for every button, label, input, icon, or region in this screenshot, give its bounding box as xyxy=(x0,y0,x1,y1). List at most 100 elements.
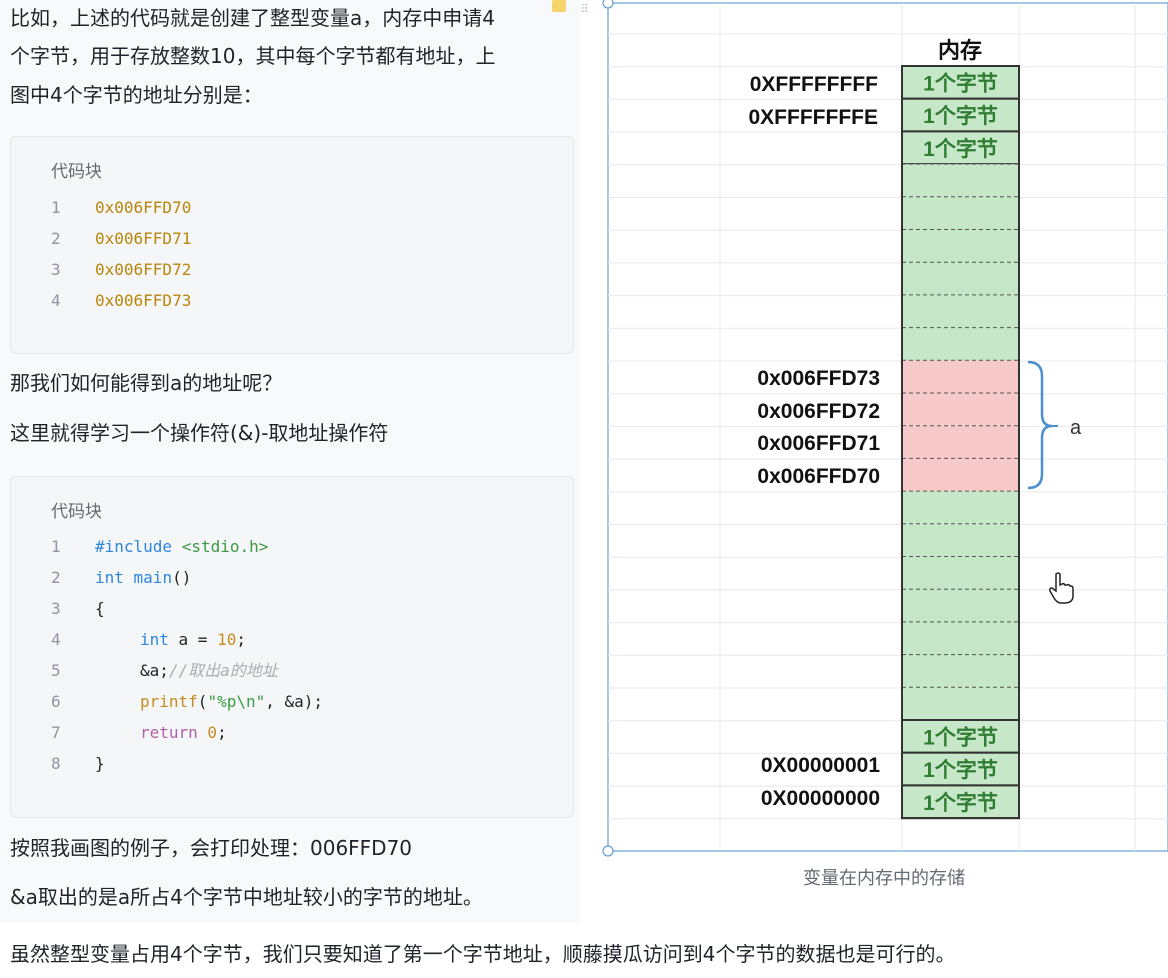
memory-cell xyxy=(902,687,1019,720)
code-line: 3{ xyxy=(11,593,573,624)
cell-label: 1个字节 xyxy=(923,71,998,95)
memory-cell-a xyxy=(902,458,1019,492)
address-label: 0X00000000 xyxy=(761,787,880,810)
line-number: 4 xyxy=(51,630,61,649)
line-number: 3 xyxy=(51,599,61,618)
line-number: 1 xyxy=(51,537,61,556)
code-token: printf xyxy=(140,692,198,711)
address-label: 0X00000001 xyxy=(761,754,880,777)
line-number: 8 xyxy=(51,754,61,773)
memory-cell xyxy=(902,262,1019,295)
memory-cell xyxy=(902,654,1019,688)
diagram-panel: 内存 1个字节 1个字节 1个字节 1个字节 1个字节 1个字节 0XFFFFFFFF 0… xyxy=(600,0,1168,922)
line-number: 5 xyxy=(51,661,61,680)
address-label: 0XFFFFFFFF xyxy=(750,73,878,96)
code-line: 4 0x006FFD73 xyxy=(11,285,573,316)
code-token: ; xyxy=(236,630,246,649)
code-token: , &a); xyxy=(265,692,324,711)
code-text: 0x006FFD70 xyxy=(95,198,192,217)
memory-cell-a xyxy=(902,393,1019,426)
code-token: &a; xyxy=(140,661,169,680)
memory-cell xyxy=(902,164,1019,197)
code-line: 2 int main() xyxy=(11,562,573,593)
memory-cell xyxy=(902,294,1019,328)
memory-cell-a xyxy=(902,425,1019,459)
code-token: ; xyxy=(217,723,227,742)
sheet-grid xyxy=(608,3,1168,851)
line-number: 7 xyxy=(51,723,61,742)
code-text: 0x006FFD73 xyxy=(95,291,192,310)
code-token: () xyxy=(172,568,192,587)
code-token: 10 xyxy=(217,630,237,649)
resize-handle[interactable] xyxy=(602,845,614,857)
memory-cell xyxy=(902,327,1019,361)
drag-handle-icon[interactable]: ⠿ xyxy=(580,2,589,16)
brace-label: a xyxy=(1070,417,1082,439)
cell-label: 1个字节 xyxy=(923,137,998,161)
line-number: 1 xyxy=(51,198,61,217)
code-token: { xyxy=(95,599,105,618)
resize-handle[interactable] xyxy=(602,0,614,9)
code-line: 1 0x006FFD70 xyxy=(11,192,573,223)
code-token: #include xyxy=(95,537,173,556)
code-line: 8} xyxy=(11,748,573,779)
code-block-title: 代码块 xyxy=(51,502,102,522)
code-token: "%p\n" xyxy=(207,692,266,711)
code-comment: //取出a的地址 xyxy=(168,661,278,680)
address-label: 0x006FFD72 xyxy=(757,400,880,423)
code-token: return xyxy=(140,723,198,742)
memory-cell-a xyxy=(902,360,1019,393)
intro-line-3: 图中4个字节的地址分别是： xyxy=(10,83,263,107)
code-token: ( xyxy=(197,692,208,711)
code-line: 1 #include <stdio.h> xyxy=(11,531,573,562)
note-text: &a取出的是a所占4个字节中地址较小的字节的地址。 xyxy=(10,885,483,909)
explain-text: 这里就得学习一个操作符(&)-取地址操作符 xyxy=(10,421,389,445)
code-line: 2 0x006FFD71 xyxy=(11,223,573,254)
line-number: 4 xyxy=(51,291,61,310)
code-token: <stdio.h> xyxy=(172,537,269,556)
intro-line-2: 个字节，用于存放整数10，其中每个字节都有地址，上 xyxy=(10,44,496,68)
selection-frame xyxy=(607,2,1168,852)
code-token: 0 xyxy=(197,723,218,742)
code-line: 3 0x006FFD72 xyxy=(11,254,573,285)
hand-cursor-icon xyxy=(1049,572,1074,604)
cell-label: 1个字节 xyxy=(923,758,998,782)
code-text: 0x006FFD71 xyxy=(95,229,192,248)
address-label: 0x006FFD71 xyxy=(757,432,880,455)
address-label: 0x006FFD73 xyxy=(757,367,880,390)
code-line: 5 &a;//取出a的地址 xyxy=(11,655,573,686)
diagram-caption: 变量在内存中的存储 xyxy=(803,868,965,889)
memory-cell xyxy=(902,196,1019,230)
code-line: 6 printf("%p\n", &a); xyxy=(11,686,573,717)
bottom-paragraph: 虽然整型变量占用4个字节，我们只要知道了第一个字节地址，顺藤摸瓜访问到4个字节的… xyxy=(10,942,956,966)
code-block-title: 代码块 xyxy=(51,162,102,182)
cell-label: 1个字节 xyxy=(923,725,998,749)
line-number: 6 xyxy=(51,692,61,711)
code-token: } xyxy=(95,754,105,773)
code-token: a = xyxy=(168,630,218,649)
line-number: 2 xyxy=(51,229,61,248)
line-number: 3 xyxy=(51,260,61,279)
code-token: int xyxy=(140,630,169,649)
cell-label: 1个字节 xyxy=(923,791,998,815)
memory-cell xyxy=(902,229,1019,263)
code-line: 4 int a = 10; xyxy=(11,624,573,655)
line-number: 2 xyxy=(51,568,61,587)
code-block-addresses: 代码块 1 0x006FFD70 2 0x006FFD71 3 0x006FFD72 … xyxy=(10,136,574,354)
address-label: 0x006FFD70 xyxy=(757,465,880,488)
memory-header: 内存 xyxy=(938,38,982,63)
memory-cells: 1个字节 1个字节 1个字节 1个字节 1个字节 1个字节 xyxy=(901,65,1020,820)
memory-cell xyxy=(902,589,1019,622)
code-line: 7 return 0; xyxy=(11,717,573,748)
code-block-program: 代码块 1 #include <stdio.h> 2 int main() 3{ 4… xyxy=(10,476,574,818)
memory-diagram: 内存 1个字节 1个字节 1个字节 1个字节 1个字节 1个字节 0XFFFFFFFF 0… xyxy=(602,0,1168,857)
print-result-text: 按照我画图的例子，会打印处理：006FFD70 xyxy=(10,836,413,860)
question-text: 那我们如何能得到a的地址呢？ xyxy=(10,371,283,395)
address-label: 0XFFFFFFFE xyxy=(749,106,879,129)
code-token: main xyxy=(123,568,173,587)
image-icon[interactable] xyxy=(552,0,566,12)
code-token: int xyxy=(95,568,124,587)
intro-line-1: 比如，上述的代码就是创建了整型变量a，内存中申请4 xyxy=(10,6,495,30)
memory-cell xyxy=(902,621,1019,655)
memory-cell xyxy=(902,491,1019,524)
